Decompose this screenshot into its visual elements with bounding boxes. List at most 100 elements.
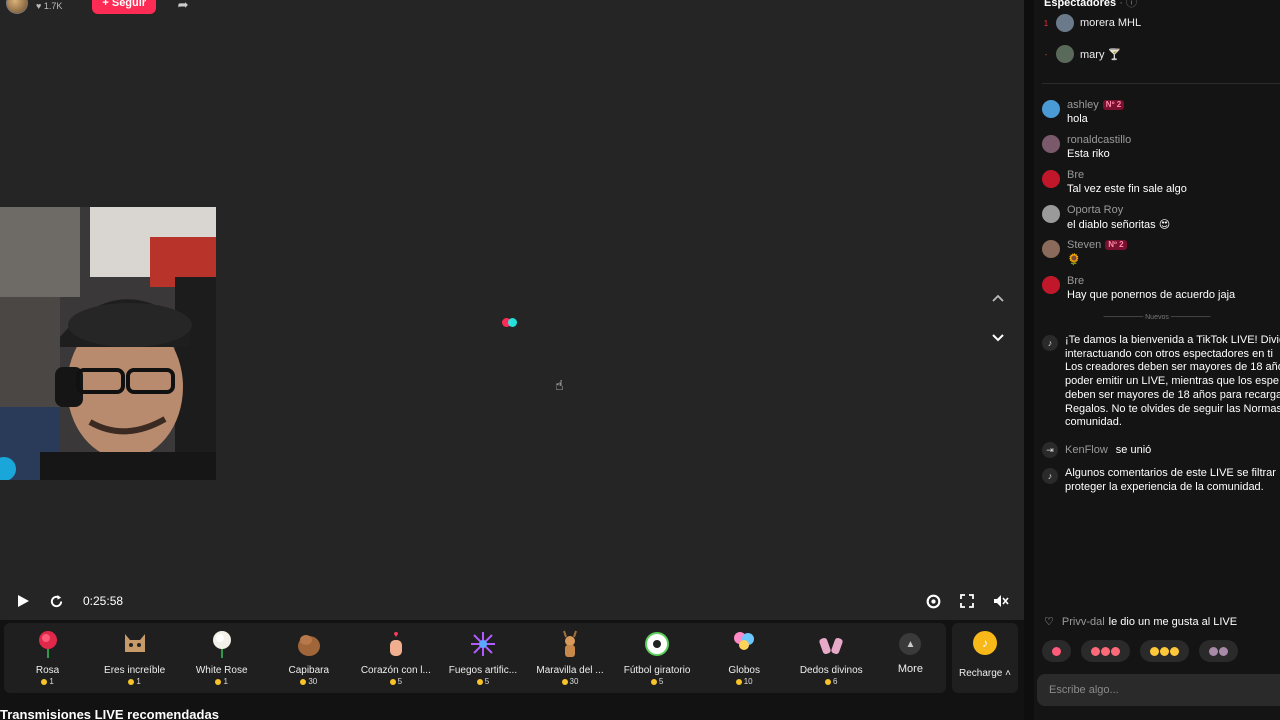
message-user: Bre: [1067, 169, 1085, 181]
deer-icon: [555, 629, 585, 659]
next-stream-icon[interactable]: [986, 326, 1010, 350]
gift-item-maravilla[interactable]: Maravilla del ... 30: [526, 623, 613, 693]
gift-price: 5: [650, 677, 663, 686]
live-video[interactable]: ♥ 1.7K + Seguir ➦ ☝ 0:25:58: [0, 0, 1024, 620]
chevron-up-icon: ▲: [899, 633, 922, 655]
settings-icon[interactable]: [920, 588, 946, 614]
play-icon[interactable]: [10, 588, 36, 614]
viewer-name: mary 🍸: [1080, 48, 1122, 61]
balloons-icon: [729, 629, 759, 659]
gift-name: Globos: [728, 665, 760, 676]
gift-price: 6: [825, 677, 837, 686]
share-icon[interactable]: ➦: [174, 0, 192, 14]
tiktok-icon: ♪: [1042, 335, 1058, 351]
system-message-welcome: ♪ ¡Te damos la bienvenida a TikTok LIVE!…: [1042, 334, 1280, 430]
filter-text: Algunos comentarios de este LIVE se filt…: [1065, 467, 1276, 493]
gift-item-capibara[interactable]: Capibara 30: [265, 623, 352, 693]
recharge-label: Recharge ˄: [959, 668, 1011, 679]
loading-indicator: [502, 318, 522, 327]
message-text: 🌻: [1067, 254, 1081, 266]
message-text: Esta riko: [1067, 148, 1110, 160]
cat-icon: [120, 629, 150, 659]
fullscreen-icon[interactable]: [954, 588, 980, 614]
capybara-icon: [294, 629, 324, 659]
tiktok-icon: ♪: [1042, 468, 1058, 484]
chat-message[interactable]: Bre Hay que ponernos de acuerdo jaja: [1042, 275, 1280, 301]
join-icon: ⇥: [1042, 442, 1058, 458]
chat-message[interactable]: ashley Nº 2 hola: [1042, 99, 1280, 125]
gift-item-futbol[interactable]: Fútbol giratorio 5: [614, 623, 701, 693]
avatar: [1056, 14, 1074, 32]
chat-input[interactable]: [1037, 674, 1280, 706]
like-user[interactable]: Privv-dal: [1062, 616, 1105, 628]
followers-count: ♥ 1.7K: [36, 1, 63, 11]
welcome-text: ¡Te damos la bienvenida a TikTok LIVE! D…: [1065, 334, 1280, 429]
viewer-item[interactable]: 1 morera MHL: [1042, 13, 1141, 33]
rank-badge: Nº 2: [1102, 100, 1125, 110]
heart-icon: ♡: [1044, 616, 1054, 628]
elapsed-time: 0:25:58: [83, 594, 124, 608]
previous-stream-icon[interactable]: [986, 286, 1010, 310]
gift-bar: Rosa 1 Eres increíble 1 White Rose 1 Cap…: [4, 623, 946, 693]
gift-price: 5: [389, 677, 402, 686]
hand-cursor-icon: ☝: [555, 377, 564, 393]
viewer-rank: 1: [1043, 18, 1049, 28]
reaction-pill[interactable]: [1081, 640, 1130, 662]
host-avatar[interactable]: [6, 0, 28, 14]
fireworks-icon: [468, 629, 498, 659]
more-label: More: [897, 663, 923, 675]
gift-item-corazon[interactable]: Corazón con l... 5: [352, 623, 439, 693]
app-root: ♥ 1.7K + Seguir ➦ ☝ 0:25:58 Rosa 1 Eres …: [0, 0, 1280, 720]
avatar: [1042, 205, 1060, 223]
gift-item-dedos-divinos[interactable]: Dedos divinos 6: [788, 623, 875, 693]
reaction-pill[interactable]: [1042, 640, 1071, 662]
recharge-button[interactable]: ♪ Recharge ˄: [952, 623, 1018, 693]
gift-price: 10: [735, 677, 753, 686]
white-rose-icon: [207, 629, 237, 659]
refresh-icon[interactable]: [43, 588, 69, 614]
host-meta: ♥ 1.7K: [36, 0, 62, 11]
avatar: [1042, 240, 1060, 258]
gift-name: White Rose: [195, 665, 248, 676]
chat-message[interactable]: Oporta Roy el diablo señoritas 😍: [1042, 204, 1280, 231]
avatar: [1042, 170, 1060, 188]
gift-price: 1: [41, 677, 54, 686]
message-user: Steven Nº 2: [1067, 239, 1127, 251]
gift-name: Rosa: [35, 665, 60, 676]
reaction-pill[interactable]: [1199, 640, 1238, 662]
gift-item-fuegos[interactable]: Fuegos artific... 5: [439, 623, 526, 693]
mute-icon[interactable]: [988, 588, 1014, 614]
join-user[interactable]: KenFlow: [1065, 444, 1108, 456]
panel-divider: [1024, 0, 1034, 720]
reaction-pill[interactable]: [1140, 640, 1189, 662]
message-text: Tal vez este fin sale algo: [1067, 183, 1187, 195]
message-user: Bre: [1067, 275, 1085, 287]
quick-reactions: [1042, 640, 1238, 662]
gift-item-white-rose[interactable]: White Rose 1: [178, 623, 265, 693]
chat-message[interactable]: Bre Tal vez este fin sale algo: [1042, 169, 1280, 195]
gift-price: 5: [476, 677, 489, 686]
chat-message[interactable]: Steven Nº 2 🌻: [1042, 239, 1280, 266]
gift-item-globos[interactable]: Globos 10: [701, 623, 788, 693]
soccer-ball-icon: [642, 629, 672, 659]
gift-name: Maravilla del ...: [536, 665, 604, 676]
gift-name: Eres increíble: [104, 665, 166, 676]
rose-icon: [33, 629, 63, 659]
gift-name: Corazón con l...: [360, 665, 431, 676]
gift-name: Capibara: [288, 665, 330, 676]
join-message: ⇥ KenFlow se unió: [1042, 441, 1280, 458]
chat-message[interactable]: ronaldcastillo Esta riko: [1042, 134, 1280, 160]
gift-item-eres-increible[interactable]: Eres increíble 1: [91, 623, 178, 693]
gift-name: Fútbol giratorio: [623, 665, 691, 676]
join-text: se unió: [1115, 444, 1152, 456]
gift-name: Dedos divinos: [799, 665, 863, 676]
viewer-item[interactable]: - mary 🍸: [1042, 44, 1121, 64]
avatar: [1056, 45, 1074, 63]
gift-item-rosa[interactable]: Rosa 1: [4, 623, 91, 693]
system-message-filter: ♪ Algunos comentarios de este LIVE se fi…: [1042, 467, 1280, 494]
follow-button[interactable]: + Seguir: [92, 0, 157, 14]
more-gifts-button[interactable]: ▲ More: [875, 623, 946, 693]
message-user: Oporta Roy: [1067, 204, 1124, 216]
avatar: [1042, 135, 1060, 153]
webcam-feed: [0, 207, 216, 480]
